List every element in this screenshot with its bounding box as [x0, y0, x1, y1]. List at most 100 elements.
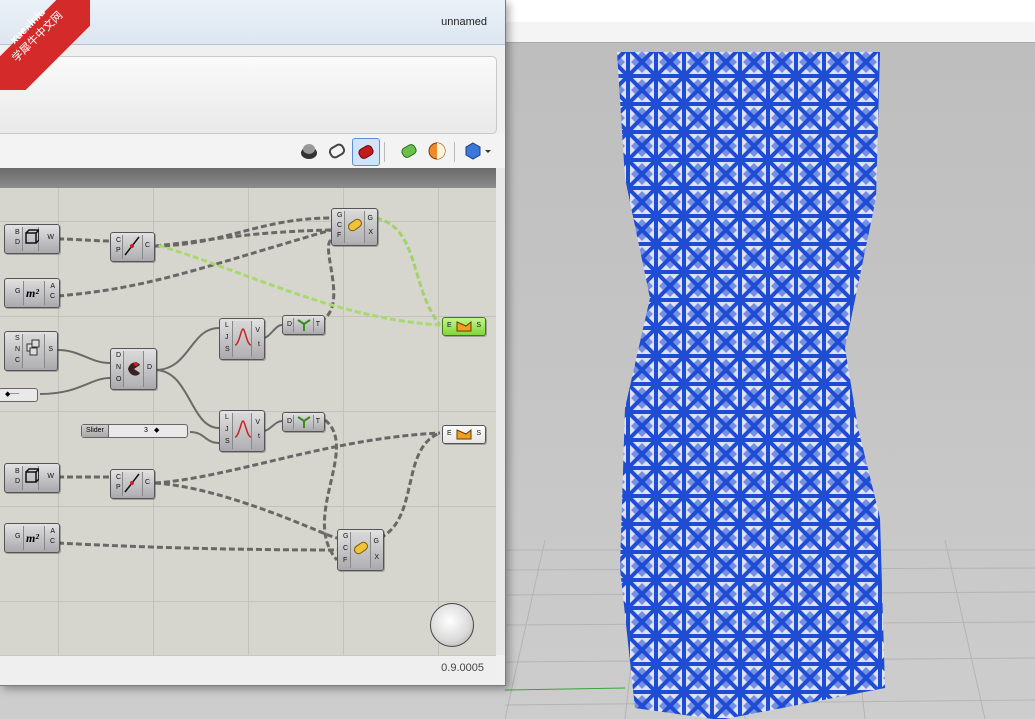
pin-label: D — [287, 418, 293, 425]
slider-grip-icon: ◆ — [154, 427, 160, 434]
preview-wireframe-icon[interactable] — [324, 138, 350, 164]
pin-label: D — [146, 364, 152, 371]
area-component[interactable]: G m² A C — [4, 278, 60, 308]
pin-label: S — [225, 438, 230, 445]
pin-label: L — [225, 414, 229, 421]
pin-label: T — [315, 418, 320, 425]
pin-label: C — [337, 222, 343, 229]
curve-icon — [122, 472, 143, 496]
pin-label: F — [337, 232, 342, 239]
surface-param-component-selected[interactable]: E S — [442, 317, 486, 336]
pin-label: P — [116, 484, 121, 491]
pin-label: B — [15, 229, 20, 236]
surface-icon — [454, 319, 474, 335]
status-bar: 0.9.0005 — [0, 655, 496, 681]
capsule-icon — [350, 532, 371, 568]
pin-label: J — [225, 334, 229, 341]
toolbar-separator — [384, 142, 385, 162]
pin-label: C — [116, 237, 122, 244]
pin-label: P — [116, 247, 121, 254]
navigation-compass-icon[interactable] — [430, 603, 474, 647]
slider-value: 3 — [144, 427, 148, 434]
tree-icon — [293, 318, 314, 332]
dispatch-component[interactable]: D N O D — [110, 348, 157, 390]
pin-label: G — [373, 538, 379, 545]
slider-grip-icon: ◆┈┈ — [5, 391, 19, 398]
pin-label: E — [447, 430, 452, 437]
tree-component[interactable]: D T — [282, 315, 325, 335]
pin-label: D — [15, 478, 21, 485]
pin-label: D — [116, 352, 122, 359]
surface-icon — [454, 427, 474, 443]
pin-label: V — [255, 419, 260, 426]
pin-label: S — [225, 346, 230, 353]
pin-label: G — [15, 288, 21, 295]
pin-label: W — [47, 473, 54, 480]
pin-label: G — [367, 215, 373, 222]
area-icon: m² — [23, 526, 45, 550]
pin-label: C — [49, 538, 55, 545]
toolbar-separator — [454, 142, 455, 162]
viewport-tab-bar — [505, 22, 1035, 43]
bounding-box-component[interactable]: B D W — [4, 463, 60, 493]
pin-label: C — [116, 474, 122, 481]
area-component[interactable]: G m² A C — [4, 523, 60, 553]
watermark-logo: xuexiniu 学犀牛中文网 — [0, 0, 90, 90]
tree-icon — [293, 415, 314, 429]
pin-label: N — [116, 364, 122, 371]
cubes-icon — [22, 334, 45, 368]
transform-component[interactable]: G C F G X — [337, 529, 384, 571]
grasshopper-canvas[interactable]: B D W C P C G C F G X G m² A C S N C S ◆… — [0, 188, 496, 655]
slider-label: Slider — [82, 425, 109, 437]
pin-label: X — [374, 554, 379, 561]
bounding-box-component[interactable]: B D W — [4, 224, 60, 254]
pin-label: L — [225, 322, 229, 329]
pin-label: A — [50, 283, 55, 290]
pin-label: V — [255, 327, 260, 334]
pin-label: S — [476, 322, 481, 329]
dispatch-icon — [123, 351, 144, 387]
box-icon — [22, 227, 41, 251]
tower-model — [617, 52, 885, 719]
tree-component[interactable]: D T — [282, 412, 325, 432]
preview-mesh-quality-icon[interactable] — [424, 138, 450, 164]
pin-label: J — [225, 426, 229, 433]
capsule-icon — [344, 211, 365, 243]
pin-label: W — [47, 234, 54, 241]
surface-param-component[interactable]: E S — [442, 425, 486, 444]
subdivide-component[interactable]: S N C S — [4, 331, 58, 371]
divide-curve-component[interactable]: L J S V t — [219, 410, 265, 452]
pin-label: D — [287, 321, 293, 328]
canvas-scrollbar[interactable] — [496, 168, 505, 655]
svg-text:m²: m² — [26, 286, 39, 300]
pin-label: C — [144, 242, 150, 249]
pin-label: X — [368, 229, 373, 236]
curve-closest-point-component[interactable]: C P C — [110, 469, 155, 499]
viewport-title-strip — [505, 0, 1035, 22]
curve-closest-point-component[interactable]: C P C — [110, 232, 155, 262]
pin-label: S — [48, 346, 53, 353]
graph-icon — [232, 413, 252, 449]
pin-label: t — [258, 341, 260, 348]
svg-text:m²: m² — [26, 531, 39, 545]
transform-component[interactable]: G C F G X — [331, 208, 378, 246]
window-title: unnamed — [441, 16, 487, 28]
number-slider[interactable]: ◆┈┈ — [0, 388, 38, 402]
preview-shaded-icon[interactable] — [352, 138, 380, 166]
pin-label: S — [476, 430, 481, 437]
preview-selected-icon[interactable] — [396, 138, 422, 164]
pin-label: C — [144, 479, 150, 486]
grasshopper-window: unnamed B D W C P C G C F G X G m² A C S… — [0, 0, 506, 686]
pin-label: G — [343, 533, 349, 540]
divide-curve-component[interactable]: L J S V t — [219, 318, 265, 360]
pin-label: A — [50, 528, 55, 535]
number-slider[interactable]: Slider 3 ◆ — [81, 424, 188, 438]
version-label: 0.9.0005 — [441, 662, 484, 674]
pin-label: S — [15, 335, 20, 342]
graph-icon — [232, 321, 252, 357]
shape-display-icon[interactable] — [460, 138, 494, 164]
pin-label: C — [49, 293, 55, 300]
pin-label: E — [447, 322, 452, 329]
canvas-toolbar — [0, 134, 505, 168]
preview-off-icon[interactable] — [296, 138, 322, 164]
